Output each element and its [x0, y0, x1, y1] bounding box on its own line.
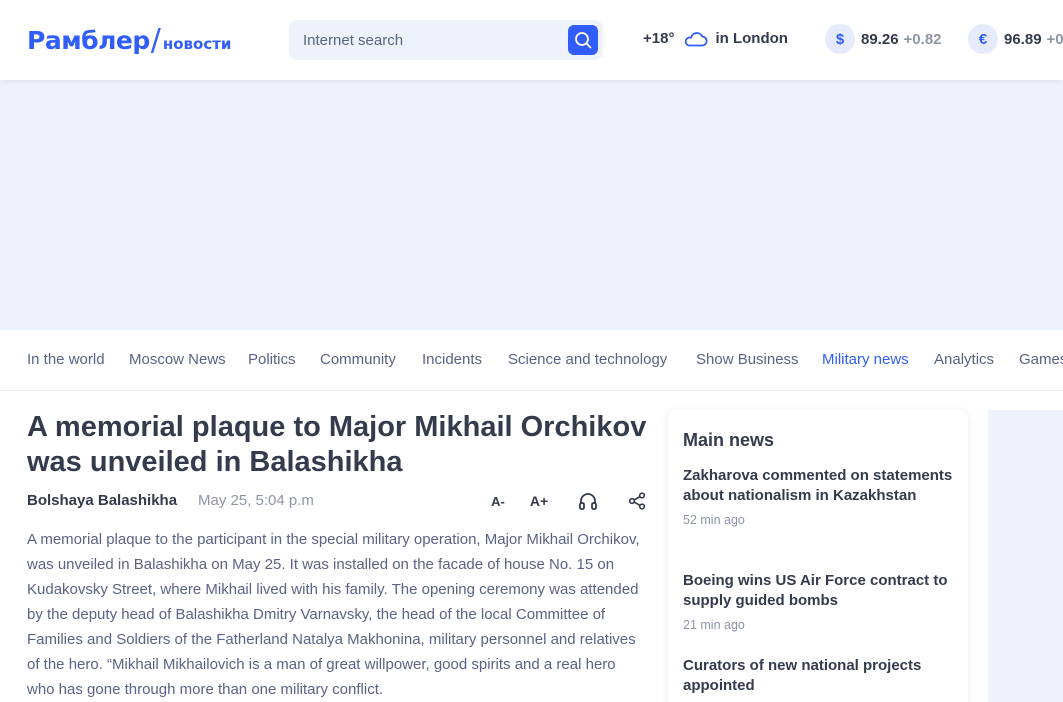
article-date: May 25, 5:04 p.m [198, 492, 314, 509]
dollar-icon: $ [825, 24, 855, 54]
nav-item-science-technology[interactable]: Science and technology [508, 351, 667, 368]
news-headline: Curators of new national projects appoin… [683, 657, 922, 694]
nav-item-world[interactable]: In the world [27, 351, 105, 368]
logo-sub-text: новости [162, 35, 232, 53]
font-decrease-label: A- [491, 493, 505, 509]
ad-banner [0, 80, 1063, 330]
nav-item-moscow-news[interactable]: Moscow News [129, 351, 226, 368]
font-decrease-button[interactable]: A- [486, 490, 510, 512]
category-nav: In the world Moscow News Politics Commun… [0, 330, 1063, 391]
nav-item-politics[interactable]: Politics [248, 351, 296, 368]
font-increase-label: A+ [529, 493, 549, 509]
cloud-icon [682, 31, 708, 47]
font-increase-button[interactable]: A+ [527, 490, 551, 512]
article-body: A memorial plaque to the participant in … [27, 531, 640, 698]
news-time: 21 min ago [683, 618, 745, 632]
news-headline: Zakharova commented on statements about … [683, 467, 953, 504]
search-bar [289, 20, 603, 60]
share-button[interactable] [625, 490, 649, 512]
usd-value: 89.26 [861, 30, 899, 48]
eur-value: 96.89 [1004, 30, 1042, 48]
weather-widget[interactable]: +18° in London [643, 30, 788, 47]
news-headline: Boeing wins US Air Force contract to sup… [683, 572, 948, 609]
headphones-icon [579, 493, 597, 510]
search-button[interactable] [568, 25, 598, 55]
news-item[interactable]: Zakharova commented on statements about … [683, 466, 953, 527]
usd-change: +0.82 [903, 30, 942, 48]
nav-item-analytics[interactable]: Analytics [934, 351, 994, 368]
eur-change: +0 [1046, 30, 1063, 48]
article-source[interactable]: Bolshaya Balashikha [27, 492, 177, 509]
main-news-panel: Main news Zakharova commented on stateme… [668, 410, 968, 702]
news-item[interactable]: Boeing wins US Air Force contract to sup… [683, 571, 953, 632]
logo-main-text: Рамблер [27, 26, 150, 55]
search-icon [575, 32, 592, 49]
usd-rate[interactable]: $ 89.26 +0.82 [825, 24, 942, 54]
listen-button[interactable] [576, 490, 600, 512]
nav-item-military-news[interactable]: Military news [822, 351, 909, 368]
side-ad [988, 410, 1063, 702]
nav-item-community[interactable]: Community [320, 351, 396, 368]
euro-icon: € [968, 24, 998, 54]
news-time: 52 min ago [683, 513, 745, 527]
news-item[interactable]: Curators of new national projects appoin… [683, 656, 953, 696]
nav-item-incidents[interactable]: Incidents [422, 351, 482, 368]
share-icon [628, 492, 646, 510]
nav-item-games[interactable]: Games [1019, 351, 1063, 368]
eur-rate[interactable]: € 96.89 +0 [968, 24, 1063, 54]
search-input[interactable] [289, 20, 559, 60]
weather-temp: +18° [643, 30, 675, 47]
article-title: A memorial plaque to Major Mikhail Orchi… [27, 411, 647, 478]
site-logo[interactable]: Рамблер / новости [27, 22, 232, 58]
site-header: Рамблер / новости +18° in London $ 89.26… [0, 0, 1063, 80]
main-news-title: Main news [683, 430, 775, 450]
weather-city: in London [715, 30, 788, 47]
logo-slash: / [150, 23, 161, 58]
nav-item-show-business[interactable]: Show Business [696, 351, 799, 368]
